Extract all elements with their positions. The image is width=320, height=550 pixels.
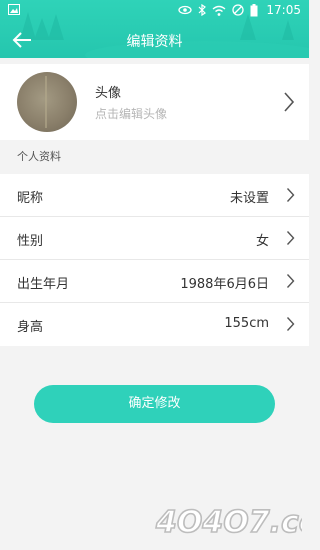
chevron-right-icon: [286, 188, 295, 202]
field-label: 出生年月: [17, 277, 70, 292]
avatar-label: 头像: [95, 86, 122, 101]
field-row-nickname[interactable]: 昵称 未设置: [0, 174, 309, 217]
field-label: 昵称: [17, 191, 44, 206]
field-row-gender[interactable]: 性别 女: [0, 217, 309, 260]
field-row-height[interactable]: 身高 155cm: [0, 303, 309, 346]
field-value: 女: [255, 234, 269, 249]
profile-field-list: 昵称 未设置 性别 女 出生年月 1988年6月6日 身高 155cm: [0, 174, 309, 346]
field-value: 1988年6月6日: [180, 277, 269, 292]
avatar-hint: 点击编辑头像: [95, 107, 168, 121]
field-label: 身高: [17, 320, 44, 335]
status-time: 17:05: [266, 3, 301, 17]
site-watermark: 4O4O7.com: [154, 504, 302, 541]
avatar-photo-detail: [45, 76, 47, 128]
bluetooth-icon: [198, 4, 207, 16]
avatar[interactable]: [17, 72, 77, 132]
field-row-birthdate[interactable]: 出生年月 1988年6月6日: [0, 260, 309, 303]
do-not-disturb-icon: [232, 4, 245, 16]
confirm-button[interactable]: 确定修改: [34, 385, 275, 423]
battery-icon: [250, 3, 258, 16]
field-value: 155cm: [224, 316, 269, 331]
status-bar: 17:05: [0, 0, 309, 20]
avatar-row[interactable]: 头像 点击编辑头像: [0, 64, 309, 140]
field-value: 未设置: [229, 191, 269, 206]
chevron-right-icon: [286, 317, 295, 331]
watermark-text: 4O4O7.com: [155, 505, 302, 540]
eye-icon: [178, 5, 193, 15]
wifi-icon: [212, 5, 226, 16]
app-header: 17:05 编辑资料: [0, 0, 309, 58]
page-title: 编辑资料: [126, 34, 183, 50]
chevron-right-icon: [286, 231, 295, 245]
section-header: 个人资料: [0, 142, 309, 172]
chevron-right-icon: [284, 92, 295, 112]
chevron-right-icon: [286, 274, 295, 288]
field-label: 性别: [17, 234, 44, 249]
nav-bar: 编辑资料: [0, 22, 309, 58]
gallery-notification-icon: [8, 4, 20, 15]
